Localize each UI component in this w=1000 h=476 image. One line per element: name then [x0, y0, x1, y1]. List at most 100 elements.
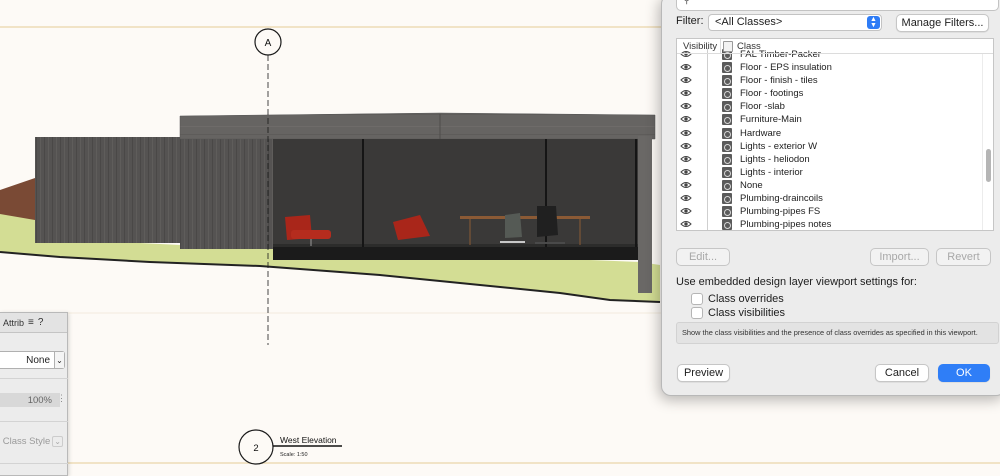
eye-icon[interactable] [680, 128, 692, 138]
class-style-label: Class Style [2, 435, 51, 447]
class-row[interactable]: Floor -slab [677, 100, 977, 115]
tree-line [707, 152, 708, 167]
class-icon [722, 114, 732, 126]
class-icon [722, 219, 732, 230]
view-marker-number: 2 [253, 443, 258, 454]
class-icon [722, 101, 732, 113]
edit-button[interactable]: Edit... [676, 248, 730, 266]
class-name: Lights - heliodon [740, 153, 810, 165]
grid-bubble-label: A [265, 38, 272, 49]
eye-icon[interactable] [680, 167, 692, 177]
class-icon [722, 127, 732, 139]
cancel-button[interactable]: Cancel [875, 364, 929, 382]
more-icon[interactable]: ⋮ [57, 393, 66, 404]
class-icon [722, 153, 732, 165]
manage-filters-button[interactable]: Manage Filters... [896, 14, 989, 32]
attributes-palette-titlebar[interactable]: Attrib ≡ ? [0, 313, 67, 333]
filter-select[interactable]: <All Classes> ▲ ▼ [708, 14, 882, 31]
glazed-room-light [273, 139, 638, 244]
class-search-input[interactable]: ⚲ [676, 0, 999, 11]
class-row[interactable]: Lights - exterior W [677, 139, 977, 154]
eye-icon[interactable] [680, 141, 692, 151]
tree-line [707, 74, 708, 89]
class-row[interactable]: Plumbing-pipes FS [677, 205, 977, 220]
tree-line [707, 178, 708, 193]
eye-icon[interactable] [680, 101, 692, 111]
eye-icon[interactable] [680, 219, 692, 229]
class-row[interactable]: Floor - EPS insulation [677, 61, 977, 76]
hamburger-menu-icon[interactable]: ≡ [28, 317, 34, 328]
class-name: Plumbing-pipes FS [740, 206, 821, 218]
revert-button[interactable]: Revert [936, 248, 991, 266]
divider [0, 421, 68, 422]
fill-style-select[interactable]: None ⌄ [0, 351, 65, 369]
class-row[interactable]: Floor - finish - tiles [677, 74, 977, 89]
task-chair-2 [537, 206, 558, 237]
class-style-select[interactable]: Class Style ⌄ [0, 433, 65, 449]
scrollbar-thumb[interactable] [986, 149, 991, 182]
ok-button[interactable]: OK [938, 364, 990, 382]
class-row[interactable]: None [677, 178, 977, 193]
divider [0, 463, 68, 464]
tree-line [707, 192, 708, 207]
fill-style-value: None [26, 354, 50, 366]
class-name: Floor - EPS insulation [740, 62, 832, 74]
chevron-down-icon[interactable]: ⌄ [52, 435, 63, 447]
west-wall-left [35, 137, 187, 243]
class-name: Lights - exterior W [740, 140, 818, 152]
class-icon [722, 62, 732, 74]
class-rows: FAL Timber-Packer Floor - EPS insulation F… [677, 48, 977, 230]
class-row[interactable]: Lights - heliodon [677, 152, 977, 167]
class-row[interactable]: Furniture-Main [677, 113, 977, 128]
west-wall-mid [180, 137, 273, 249]
view-title: West Elevation [280, 435, 337, 445]
eye-icon[interactable] [680, 154, 692, 164]
embedded-settings-label: Use embedded design layer viewport setti… [676, 276, 917, 288]
class-row[interactable]: Floor - footings [677, 87, 977, 102]
eye-icon[interactable] [680, 180, 692, 190]
class-list-header: Visibility Class [677, 39, 993, 54]
class-row[interactable]: Hardware [677, 126, 977, 141]
eye-icon[interactable] [680, 75, 692, 85]
class-name: Plumbing-draincoils [740, 193, 823, 205]
tree-line [707, 205, 708, 220]
class-overrides-option[interactable]: Class overrides [691, 293, 784, 305]
view-scale: Scale: 1:50 [280, 452, 308, 458]
tree-line [707, 139, 708, 154]
eye-icon[interactable] [680, 206, 692, 216]
class-icon [722, 88, 732, 100]
class-name: Floor - finish - tiles [740, 75, 818, 87]
chevron-down-icon[interactable]: ⌄ [54, 352, 64, 368]
class-name: Floor -slab [740, 101, 785, 113]
right-column [638, 136, 652, 293]
eye-icon[interactable] [680, 193, 692, 203]
class-visibilities-label[interactable]: Class visibilities [708, 307, 785, 319]
class-overrides-label[interactable]: Class overrides [708, 293, 784, 305]
class-row[interactable]: Plumbing-pipes notes [677, 218, 977, 230]
help-text-box: Show the class visibilities and the pres… [676, 322, 999, 344]
updown-chevron-icon[interactable]: ▲ ▼ [867, 16, 880, 29]
header-visibility[interactable]: Visibility [683, 41, 717, 52]
class-icon [722, 75, 732, 87]
scrollbar-track[interactable] [982, 54, 993, 230]
class-icon [722, 206, 732, 218]
class-name: Floor - footings [740, 88, 804, 100]
task-chair-1 [505, 213, 522, 238]
class-visibilities-checkbox[interactable] [691, 307, 703, 319]
lounge-chair-1-seat [291, 230, 331, 239]
eye-icon[interactable] [680, 114, 692, 124]
header-class[interactable]: Class [737, 41, 761, 52]
eye-icon[interactable] [680, 88, 692, 98]
import-button[interactable]: Import... [870, 248, 929, 266]
help-icon[interactable]: ? [38, 317, 44, 328]
tree-line [707, 165, 708, 180]
class-visibility-list[interactable]: FAL Timber-Packer Floor - EPS insulation F… [676, 38, 994, 231]
class-row[interactable]: Plumbing-draincoils [677, 192, 977, 207]
opacity-field[interactable]: 100% [0, 393, 60, 407]
preview-button[interactable]: Preview [677, 364, 730, 382]
eye-icon[interactable] [680, 62, 692, 72]
class-visibilities-option[interactable]: Class visibilities [691, 307, 785, 319]
class-icon [722, 193, 732, 205]
class-row[interactable]: Lights - interior [677, 165, 977, 180]
class-overrides-checkbox[interactable] [691, 293, 703, 305]
